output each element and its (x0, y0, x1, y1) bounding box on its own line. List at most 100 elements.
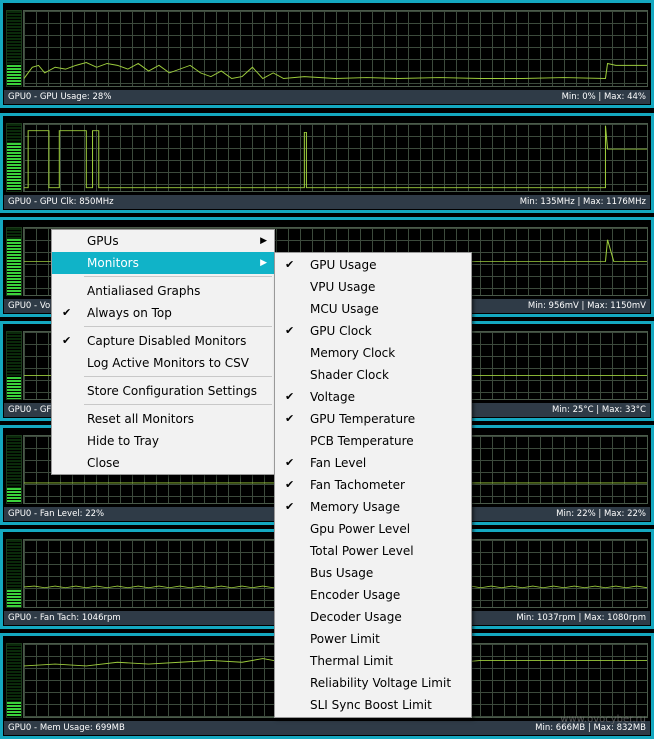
submenu-item-total-power-level[interactable]: Total Power Level (275, 540, 471, 562)
level-gauge (6, 123, 22, 192)
check-icon: ✔ (62, 306, 72, 319)
menu-item-label: Hide to Tray (87, 434, 159, 448)
gauge-fill (7, 239, 21, 295)
status-bar: GPU0 - GPU Clk: 850MHz Min: 135MHz | Max… (4, 195, 650, 209)
menu-item-always-on-top[interactable]: ✔ Always on Top (52, 302, 274, 324)
menu-item-close[interactable]: Close (52, 452, 274, 474)
gauge-fill (7, 702, 21, 717)
level-gauge (6, 227, 22, 296)
submenu-item-encoder-usage[interactable]: Encoder Usage (275, 584, 471, 606)
submenu-item-label: Fan Tachometer (310, 478, 405, 492)
menu-separator (84, 276, 272, 277)
watermark: www.ovocyber.ru (560, 714, 646, 725)
menu-item-label: Reset all Monitors (87, 412, 195, 426)
gauge-fill (7, 376, 21, 399)
submenu-item-label: PCB Temperature (310, 434, 414, 448)
submenu-item-label: Thermal Limit (310, 654, 393, 668)
submenu-item-vpu-usage[interactable]: VPU Usage (275, 276, 471, 298)
check-icon: ✔ (285, 324, 295, 337)
submenu-item-label: Decoder Usage (310, 610, 402, 624)
history-graph (23, 123, 648, 192)
submenu-item-memory-usage[interactable]: ✔ Memory Usage (275, 496, 471, 518)
submenu-item-decoder-usage[interactable]: Decoder Usage (275, 606, 471, 628)
submenu-item-memory-clock[interactable]: Memory Clock (275, 342, 471, 364)
submenu-arrow-icon: ▶ (260, 258, 267, 268)
menu-item-reset-all-monitors[interactable]: Reset all Monitors (52, 408, 274, 430)
monitor-label: GPU0 - Mem Usage: 699MB (8, 723, 125, 733)
monitor-panel-gpu-clock[interactable]: GPU0 - GPU Clk: 850MHz Min: 135MHz | Max… (0, 113, 654, 213)
submenu-item-bus-usage[interactable]: Bus Usage (275, 562, 471, 584)
menu-separator (84, 376, 272, 377)
menu-item-log-active-monitors[interactable]: Log Active Monitors to CSV (52, 352, 274, 374)
menu-item-gpus[interactable]: GPUs ▶ (52, 230, 274, 252)
menu-item-label: Monitors (87, 256, 139, 270)
check-icon: ✔ (62, 334, 72, 347)
monitor-range: Min: 0% | Max: 44% (561, 92, 646, 102)
monitor-label: GPU0 - GPU Usage: 28% (8, 92, 112, 102)
submenu-item-thermal-limit[interactable]: Thermal Limit (275, 650, 471, 672)
submenu-item-label: Shader Clock (310, 368, 389, 382)
submenu-item-mcu-usage[interactable]: MCU Usage (275, 298, 471, 320)
submenu-item-voltage[interactable]: ✔ Voltage (275, 386, 471, 408)
check-icon: ✔ (285, 390, 295, 403)
monitor-range: Min: 1037rpm | Max: 1080rpm (516, 613, 646, 623)
history-graph (23, 10, 648, 87)
submenu-item-gpu-clock[interactable]: ✔ GPU Clock (275, 320, 471, 342)
check-icon: ✔ (285, 412, 295, 425)
submenu-item-label: Bus Usage (310, 566, 374, 580)
menu-item-label: GPUs (87, 234, 119, 248)
monitors-submenu: ✔ GPU Usage VPU Usage MCU Usage ✔ GPU Clock Me… (274, 252, 472, 718)
level-gauge (6, 539, 22, 608)
context-menu: GPUs ▶ Monitors ▶ Antialiased Graphs ✔ A… (51, 229, 275, 475)
menu-item-store-configuration[interactable]: Store Configuration Settings (52, 380, 274, 402)
menu-item-label: Always on Top (87, 306, 172, 320)
level-gauge (6, 331, 22, 400)
submenu-item-label: GPU Clock (310, 324, 372, 338)
submenu-item-label: Reliability Voltage Limit (310, 676, 452, 690)
submenu-item-gpu-temperature[interactable]: ✔ GPU Temperature (275, 408, 471, 430)
check-icon: ✔ (285, 478, 295, 491)
monitor-range: Min: 135MHz | Max: 1176MHz (519, 197, 646, 207)
submenu-item-label: MCU Usage (310, 302, 379, 316)
submenu-item-label: Fan Level (310, 456, 367, 470)
menu-item-hide-to-tray[interactable]: Hide to Tray (52, 430, 274, 452)
menu-item-label: Antialiased Graphs (87, 284, 201, 298)
monitor-label: GPU0 - GF (8, 405, 52, 415)
monitor-panel-gpu-usage[interactable]: GPU0 - GPU Usage: 28% Min: 0% | Max: 44% (0, 0, 654, 108)
submenu-item-label: Memory Usage (310, 500, 401, 514)
submenu-item-label: GPU Usage (310, 258, 377, 272)
check-icon: ✔ (285, 456, 295, 469)
trace (24, 62, 647, 80)
gauge-fill (7, 488, 21, 503)
submenu-arrow-icon: ▶ (260, 236, 267, 246)
menu-item-label: Close (87, 456, 120, 470)
monitor-range: Min: 22% | Max: 22% (556, 509, 646, 519)
menu-item-label: Capture Disabled Monitors (87, 334, 247, 348)
submenu-item-fan-tachometer[interactable]: ✔ Fan Tachometer (275, 474, 471, 496)
menu-separator (84, 326, 272, 327)
menu-item-capture-disabled-monitors[interactable]: ✔ Capture Disabled Monitors (52, 330, 274, 352)
submenu-item-pcb-temperature[interactable]: PCB Temperature (275, 430, 471, 452)
submenu-item-label: Power Limit (310, 632, 380, 646)
submenu-item-gpu-power-level[interactable]: Gpu Power Level (275, 518, 471, 540)
submenu-item-shader-clock[interactable]: Shader Clock (275, 364, 471, 386)
monitor-range: Min: 25°C | Max: 33°C (551, 405, 646, 415)
menu-item-label: Log Active Monitors to CSV (87, 356, 249, 370)
gauge-fill (7, 142, 21, 191)
submenu-item-sli-sync-boost-limit[interactable]: SLI Sync Boost Limit (275, 694, 471, 716)
status-bar: GPU0 - Mem Usage: 699MB Min: 666MB | Max… (4, 721, 650, 735)
submenu-item-label: Gpu Power Level (310, 522, 411, 536)
submenu-item-label: VPU Usage (310, 280, 376, 294)
submenu-item-label: Encoder Usage (310, 588, 401, 602)
menu-item-antialiased-graphs[interactable]: Antialiased Graphs (52, 280, 274, 302)
menu-item-monitors[interactable]: Monitors ▶ (52, 252, 274, 274)
submenu-item-label: Voltage (310, 390, 356, 404)
submenu-item-power-limit[interactable]: Power Limit (275, 628, 471, 650)
monitor-body: GPU0 - GPU Clk: 850MHz Min: 135MHz | Max… (3, 116, 651, 210)
submenu-item-gpu-usage[interactable]: ✔ GPU Usage (275, 254, 471, 276)
gauge-fill (7, 65, 21, 86)
submenu-item-reliability-voltage-limit[interactable]: Reliability Voltage Limit (275, 672, 471, 694)
submenu-item-label: Memory Clock (310, 346, 396, 360)
submenu-item-fan-level[interactable]: ✔ Fan Level (275, 452, 471, 474)
monitor-range: Min: 956mV | Max: 1150mV (527, 301, 646, 311)
